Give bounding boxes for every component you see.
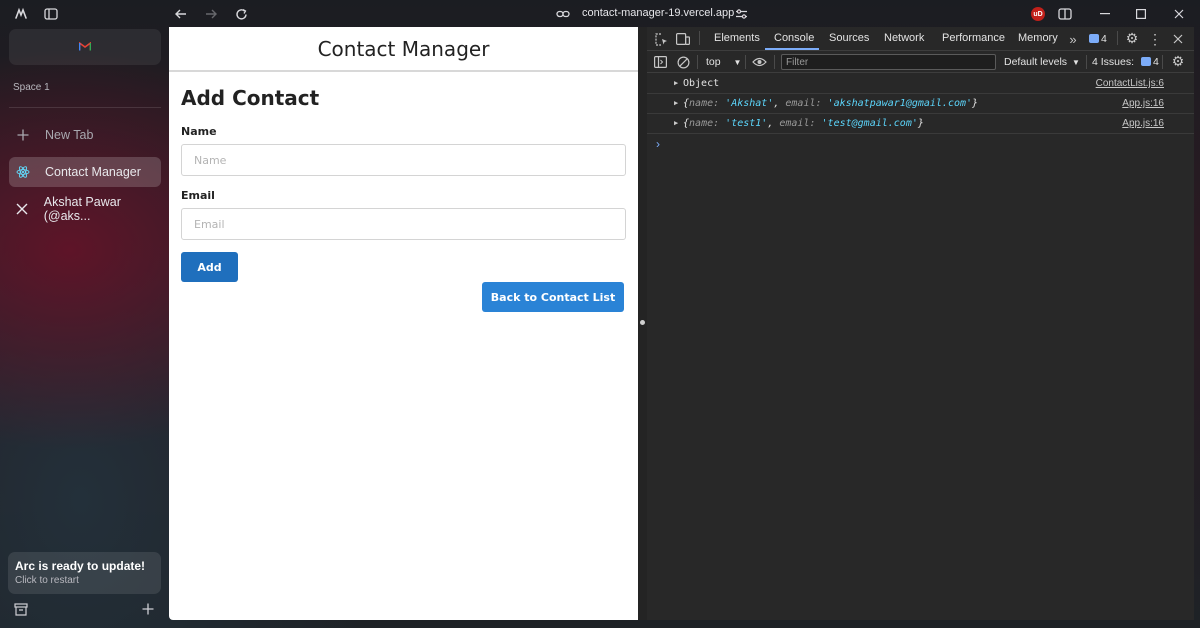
react-icon xyxy=(15,164,31,180)
expand-triangle-icon[interactable]: ▶ xyxy=(674,99,678,107)
ublock-extension-icon[interactable]: uD xyxy=(1031,7,1045,21)
tab-separator xyxy=(699,31,700,45)
console-message[interactable]: ▶ {name: 'Akshat', email: 'akshatpawar1@… xyxy=(647,94,1194,114)
page-header: Contact Manager xyxy=(169,27,638,72)
issues-counter[interactable]: 4 Issues: 4 xyxy=(1092,56,1159,68)
sidebar-toggle-icon[interactable] xyxy=(42,5,60,23)
close-icon[interactable] xyxy=(1170,5,1188,23)
expand-triangle-icon[interactable]: ▶ xyxy=(674,119,678,127)
issues-badge-button[interactable]: 4 xyxy=(1089,33,1107,45)
toolbar-separator xyxy=(1086,55,1087,69)
dropdown-arrow-icon: ▼ xyxy=(1071,58,1080,67)
sidebar-tab-label: Contact Manager xyxy=(45,165,141,179)
toolbar-separator xyxy=(774,55,775,69)
browser-toolbar: contact-manager-19.vercel.app uD xyxy=(0,0,1200,28)
toolbar-separator xyxy=(697,55,698,69)
x-logo-icon xyxy=(15,201,30,217)
log-levels-dropdown[interactable]: Default levels ▼ xyxy=(1004,56,1080,68)
email-label: Email xyxy=(181,189,215,202)
devtools-tab-memory[interactable]: Memory xyxy=(1018,32,1058,44)
new-tab-button[interactable]: New Tab xyxy=(9,120,161,150)
toolbar-separator xyxy=(745,55,746,69)
minimize-icon[interactable] xyxy=(1096,5,1114,23)
message-icon xyxy=(1140,57,1151,66)
devtools-tab-network[interactable]: Network xyxy=(884,32,924,44)
context-value: top xyxy=(706,56,721,68)
split-view-icon[interactable] xyxy=(1056,5,1074,23)
settings-gear-icon[interactable]: ⚙ xyxy=(1124,30,1140,46)
expand-triangle-icon[interactable]: ▶ xyxy=(674,79,678,87)
console-prompt-chevron-icon[interactable]: › xyxy=(656,137,660,151)
space-label: Space 1 xyxy=(13,82,50,93)
sidebar-tab-label: Akshat Pawar (@aks... xyxy=(43,195,121,223)
log-levels-label: Default levels xyxy=(1004,56,1068,68)
issues-label: 4 Issues: xyxy=(1092,56,1135,68)
sidebar-panel-icon[interactable] xyxy=(652,54,668,70)
inspect-element-icon[interactable] xyxy=(653,31,669,47)
issues-count: 4 xyxy=(1152,56,1159,68)
add-button[interactable]: Add xyxy=(181,252,238,282)
url-text[interactable]: contact-manager-19.vercel.app xyxy=(582,7,734,19)
arc-logo-icon[interactable] xyxy=(12,5,30,23)
more-options-icon[interactable]: ⋮ xyxy=(1147,31,1163,47)
link-icon[interactable] xyxy=(554,5,572,23)
archive-icon[interactable] xyxy=(13,601,29,617)
gmail-icon xyxy=(78,38,92,56)
splitter-handle[interactable] xyxy=(640,320,645,325)
device-toolbar-icon[interactable] xyxy=(675,31,691,47)
reload-icon[interactable] xyxy=(232,5,250,23)
site-settings-icon[interactable] xyxy=(732,5,750,23)
tab-separator xyxy=(1117,31,1118,45)
more-tabs-chevron-icon[interactable]: » xyxy=(1065,31,1081,47)
new-tab-label: New Tab xyxy=(45,128,94,142)
console-filter-input[interactable] xyxy=(781,54,996,70)
devtools-tab-sources[interactable]: Sources xyxy=(829,32,869,44)
console-source-link[interactable]: App.js:16 xyxy=(1122,118,1164,129)
toolbar-separator xyxy=(1162,55,1163,69)
console-message[interactable]: ▶ {name: 'test1', email: 'test@gmail.com… xyxy=(647,114,1194,134)
add-space-icon[interactable] xyxy=(140,601,156,617)
page-title: Contact Manager xyxy=(317,36,490,61)
plus-icon xyxy=(15,127,31,143)
message-icon xyxy=(1089,34,1099,43)
console-source-link[interactable]: ContactList.js:6 xyxy=(1096,78,1164,89)
back-to-list-button[interactable]: Back to Contact List xyxy=(482,282,624,312)
devtools-tab-bar: Elements Console Sources Network Perform… xyxy=(647,27,1194,51)
issues-badge-count: 4 xyxy=(1101,33,1107,45)
update-notification[interactable]: Arc is ready to update! Click to restart xyxy=(8,552,161,594)
console-source-link[interactable]: App.js:16 xyxy=(1122,98,1164,109)
devtools-panel: Elements Console Sources Network Perform… xyxy=(647,27,1194,620)
clear-console-icon[interactable] xyxy=(675,54,691,70)
sidebar-tab-twitter[interactable]: Akshat Pawar (@aks... xyxy=(9,194,161,224)
devtools-tab-elements[interactable]: Elements xyxy=(714,32,760,44)
live-expression-eye-icon[interactable] xyxy=(751,54,767,70)
sidebar-divider xyxy=(9,107,161,108)
console-object-preview: {name: 'test1', email: 'test@gmail.com'} xyxy=(683,118,924,129)
email-input[interactable] xyxy=(181,208,626,240)
console-toolbar: top ▼ Default levels ▼ 4 Issues: 4 ⚙ xyxy=(647,51,1194,73)
console-settings-gear-icon[interactable]: ⚙ xyxy=(1170,53,1186,69)
sidebar-tab-contact-manager[interactable]: Contact Manager xyxy=(9,157,161,187)
devtools-tab-console[interactable]: Console xyxy=(774,32,814,44)
back-arrow-icon[interactable] xyxy=(172,5,190,23)
pinned-gmail-tab[interactable] xyxy=(9,29,161,65)
active-tab-indicator xyxy=(765,48,819,50)
name-label: Name xyxy=(181,125,217,138)
name-input[interactable] xyxy=(181,144,626,176)
context-selector[interactable]: top ▼ xyxy=(706,56,741,68)
forward-arrow-icon[interactable] xyxy=(202,5,220,23)
update-title: Arc is ready to update! xyxy=(15,559,146,573)
dropdown-arrow-icon: ▼ xyxy=(733,58,742,67)
console-message[interactable]: ▶ Object ContactList.js:6 xyxy=(647,74,1194,94)
web-page: Contact Manager Add Contact Name Email A… xyxy=(169,27,638,620)
form-title: Add Contact xyxy=(181,86,320,110)
console-message-text: Object xyxy=(683,78,720,89)
update-subtitle: Click to restart xyxy=(15,575,79,586)
console-object-preview: {name: 'Akshat', email: 'akshatpawar1@gm… xyxy=(683,98,979,109)
close-devtools-icon[interactable] xyxy=(1170,31,1186,47)
devtools-tab-performance[interactable]: Performance xyxy=(942,32,1005,44)
maximize-icon[interactable] xyxy=(1132,5,1150,23)
